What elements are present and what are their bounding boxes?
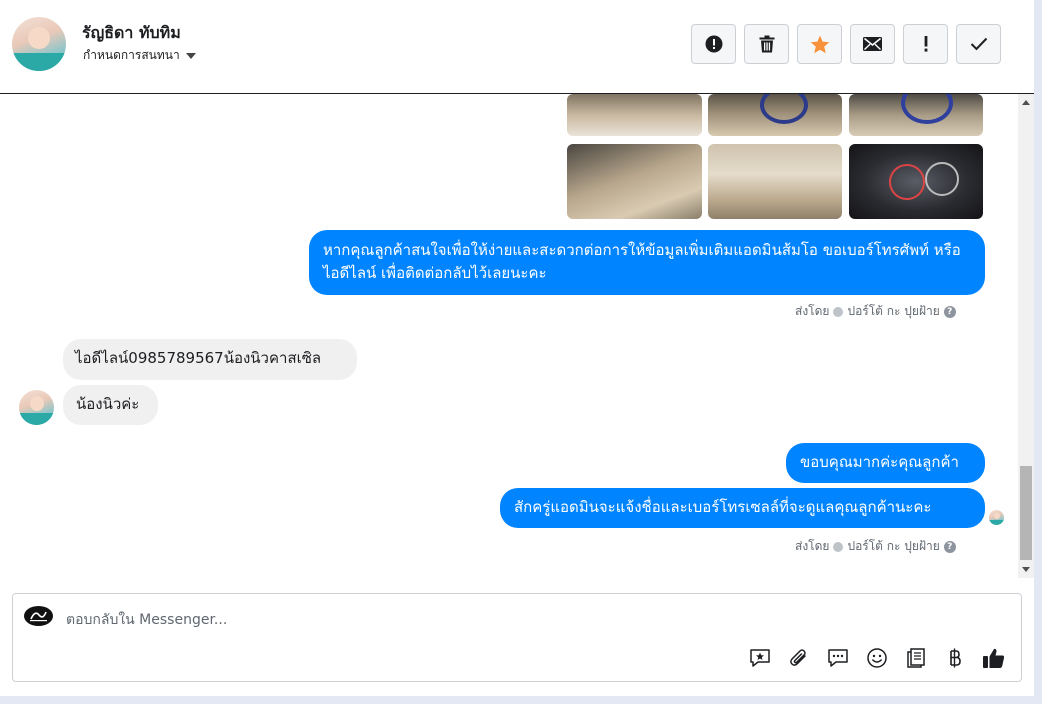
thumbs-up-icon[interactable] xyxy=(982,646,1006,670)
alert-circle-icon xyxy=(705,35,722,53)
delete-button[interactable] xyxy=(744,24,789,64)
assign-label: กำหนดการสนทนา xyxy=(83,48,180,62)
scroll-down-arrow-icon[interactable] xyxy=(1022,567,1030,572)
sent-by-label: ส่งโดย xyxy=(795,539,830,553)
page-logo-avatar xyxy=(24,606,53,626)
car-dashboard-photo[interactable] xyxy=(849,144,983,219)
incoming-message: ไอดีไลน์0985789567น้องนิวคาสเซิล xyxy=(63,339,357,380)
car-interior-photo[interactable] xyxy=(708,94,842,136)
catalog-icon[interactable] xyxy=(904,646,928,670)
incoming-message: น้องนิวค่ะ xyxy=(63,385,158,425)
conversation-panel: รัญธิดา ทับทิม กำหนดการสนทนา หากคุณลูกค้… xyxy=(0,0,1034,696)
checkmark-icon xyxy=(970,37,987,51)
contact-avatar[interactable] xyxy=(12,17,66,71)
sent-by-label: ส่งโดย xyxy=(795,304,830,318)
sender-name: ปอร์โต้ กะ ปุยฝ้าย xyxy=(847,539,940,553)
scroll-up-arrow-icon[interactable] xyxy=(1022,100,1030,105)
sender-name: ปอร์โต้ กะ ปุยฝ้าย xyxy=(847,304,940,318)
sent-check-icon xyxy=(833,306,844,317)
baht-currency-icon[interactable] xyxy=(943,646,967,670)
car-interior-photo[interactable] xyxy=(708,144,842,219)
saved-reply-icon[interactable] xyxy=(748,646,772,670)
help-icon[interactable]: ? xyxy=(943,305,956,318)
reply-input[interactable]: ตอบกลับใน Messenger... xyxy=(66,609,227,631)
car-interior-photo[interactable] xyxy=(849,94,983,136)
chat-bubble-icon[interactable] xyxy=(826,646,850,670)
help-icon[interactable]: ? xyxy=(943,540,956,553)
contact-avatar-small[interactable] xyxy=(19,390,54,425)
reply-composer: ตอบกลับใน Messenger... xyxy=(12,593,1022,682)
mark-unread-button[interactable] xyxy=(850,24,895,64)
sent-check-icon xyxy=(833,541,844,552)
assign-conversation-dropdown[interactable]: กำหนดการสนทนา xyxy=(83,46,196,65)
contact-name[interactable]: รัญธิดา ทับทิม xyxy=(82,21,181,46)
sent-by-info: ส่งโดย ปอร์โต้ กะ ปุยฝ้าย ? xyxy=(795,302,956,321)
message-text: ไอดีไลน์0985789567น้องนิวคาสเซิล xyxy=(75,349,322,367)
exclamation-icon xyxy=(924,36,927,52)
sent-by-info: ส่งโดย ปอร์โต้ กะ ปุยฝ้าย ? xyxy=(795,537,956,556)
outgoing-message: ขอบคุณมากค่ะคุณลูกค้า xyxy=(786,443,985,483)
envelope-icon xyxy=(863,37,882,51)
outgoing-message: สักครู่แอดมินจะแจ้งชื่อและเบอร์โทรเซลล์ท… xyxy=(500,488,985,528)
attachment-icon[interactable] xyxy=(787,646,811,670)
message-text: สักครู่แอดมินจะแจ้งชื่อและเบอร์โทรเซลล์ท… xyxy=(514,498,932,516)
scrollbar-thumb[interactable] xyxy=(1020,466,1032,560)
message-text: ขอบคุณมากค่ะคุณลูกค้า xyxy=(800,453,959,471)
conversation-header: รัญธิดา ทับทิม กำหนดการสนทนา xyxy=(0,0,1034,94)
seen-avatar xyxy=(989,510,1004,525)
message-text: หากคุณลูกค้าสนใจเพื่อให้ง่ายและสะดวกต่อก… xyxy=(323,241,961,282)
message-text: น้องนิวค่ะ xyxy=(76,395,140,413)
star-icon xyxy=(810,35,829,53)
car-interior-photo[interactable] xyxy=(567,144,702,219)
caret-down-icon xyxy=(185,52,196,59)
emoji-icon[interactable] xyxy=(865,646,889,670)
message-scrollbar[interactable] xyxy=(1018,94,1034,578)
car-interior-photo[interactable] xyxy=(567,94,702,136)
important-button[interactable] xyxy=(903,24,948,64)
composer-toolbar xyxy=(748,646,1006,670)
star-button[interactable] xyxy=(797,24,842,64)
trash-icon xyxy=(759,35,774,53)
done-button[interactable] xyxy=(956,24,1001,64)
spam-button[interactable] xyxy=(691,24,736,64)
outgoing-message: หากคุณลูกค้าสนใจเพื่อให้ง่ายและสะดวกต่อก… xyxy=(309,230,985,295)
conversation-actions xyxy=(691,24,1001,64)
